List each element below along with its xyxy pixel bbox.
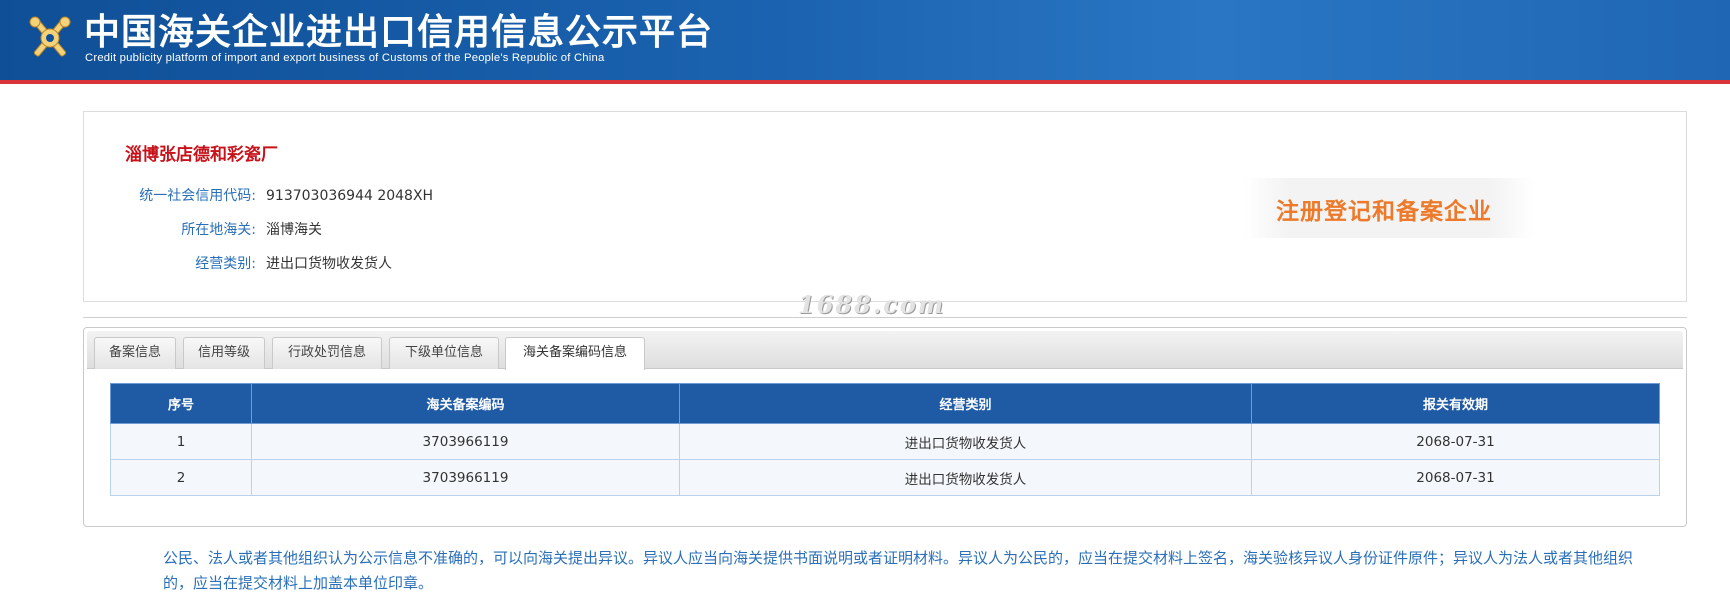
- watermark: 1688.com: [798, 290, 946, 319]
- customs-code-table: 序号 海关备案编码 经营类别 报关有效期 1 3703966119 进出口货物收…: [110, 383, 1660, 496]
- cell-business-type: 进出口货物收发货人: [679, 423, 1252, 460]
- tab-penalty-info[interactable]: 行政处罚信息: [272, 337, 382, 369]
- site-subtitle: Credit publicity platform of import and …: [85, 52, 605, 64]
- registration-stamp: 注册登记和备案企业: [1244, 178, 1534, 238]
- cell-validity-date: 2068-07-31: [1251, 423, 1660, 460]
- cell-index: 1: [110, 423, 252, 460]
- business-type-value: 进出口货物收发货人: [266, 256, 392, 272]
- tab-strip: 备案信息 信用等级 行政处罚信息 下级单位信息 海关备案编码信息: [87, 331, 1683, 370]
- table-header-row: 序号 海关备案编码 经营类别 报关有效期: [110, 383, 1660, 424]
- company-info-panel: 淄博张店德和彩瓷厂 统一社会信用代码: 913703036944 2048XH …: [83, 111, 1687, 302]
- cell-validity-date: 2068-07-31: [1251, 459, 1660, 496]
- credit-code-label: 统一社会信用代码:: [139, 188, 256, 204]
- column-header-index: 序号: [110, 383, 252, 424]
- business-type-label: 经营类别:: [195, 256, 256, 272]
- cell-index: 2: [110, 459, 252, 496]
- cell-customs-code: 3703966119: [251, 459, 680, 496]
- customs-office-value: 淄博海关: [266, 222, 322, 238]
- tab-filing-info[interactable]: 备案信息: [94, 337, 176, 369]
- tab-credit-level[interactable]: 信用等级: [183, 337, 265, 369]
- table-row: 2 3703966119 进出口货物收发货人 2068-07-31: [110, 459, 1660, 496]
- customs-emblem-icon: [29, 16, 71, 57]
- column-header-validity: 报关有效期: [1251, 383, 1660, 424]
- site-header: 中国海关企业进出口信用信息公示平台 Credit publicity platf…: [0, 0, 1730, 84]
- site-title: 中国海关企业进出口信用信息公示平台: [84, 12, 714, 53]
- tab-subunit-info[interactable]: 下级单位信息: [389, 337, 499, 369]
- objection-notice: 公民、法人或者其他组织认为公示信息不准确的，可以向海关提出异议。异议人应当向海关…: [163, 549, 1634, 592]
- tab-customs-code-info[interactable]: 海关备案编码信息: [505, 337, 645, 370]
- cell-business-type: 进出口货物收发货人: [679, 459, 1252, 496]
- credit-code-value: 913703036944 2048XH: [266, 188, 434, 204]
- tabs-panel: 备案信息 信用等级 行政处罚信息 下级单位信息 海关备案编码信息 序号 海关备案…: [83, 327, 1687, 527]
- table-row: 1 3703966119 进出口货物收发货人 2068-07-31: [110, 423, 1660, 460]
- customs-office-label: 所在地海关:: [181, 222, 256, 238]
- column-header-business-type: 经营类别: [679, 383, 1252, 424]
- cell-customs-code: 3703966119: [251, 423, 680, 460]
- column-header-customs-code: 海关备案编码: [251, 383, 680, 424]
- company-name: 淄博张店德和彩瓷厂: [125, 145, 278, 165]
- registration-stamp-text: 注册登记和备案企业: [1276, 199, 1492, 225]
